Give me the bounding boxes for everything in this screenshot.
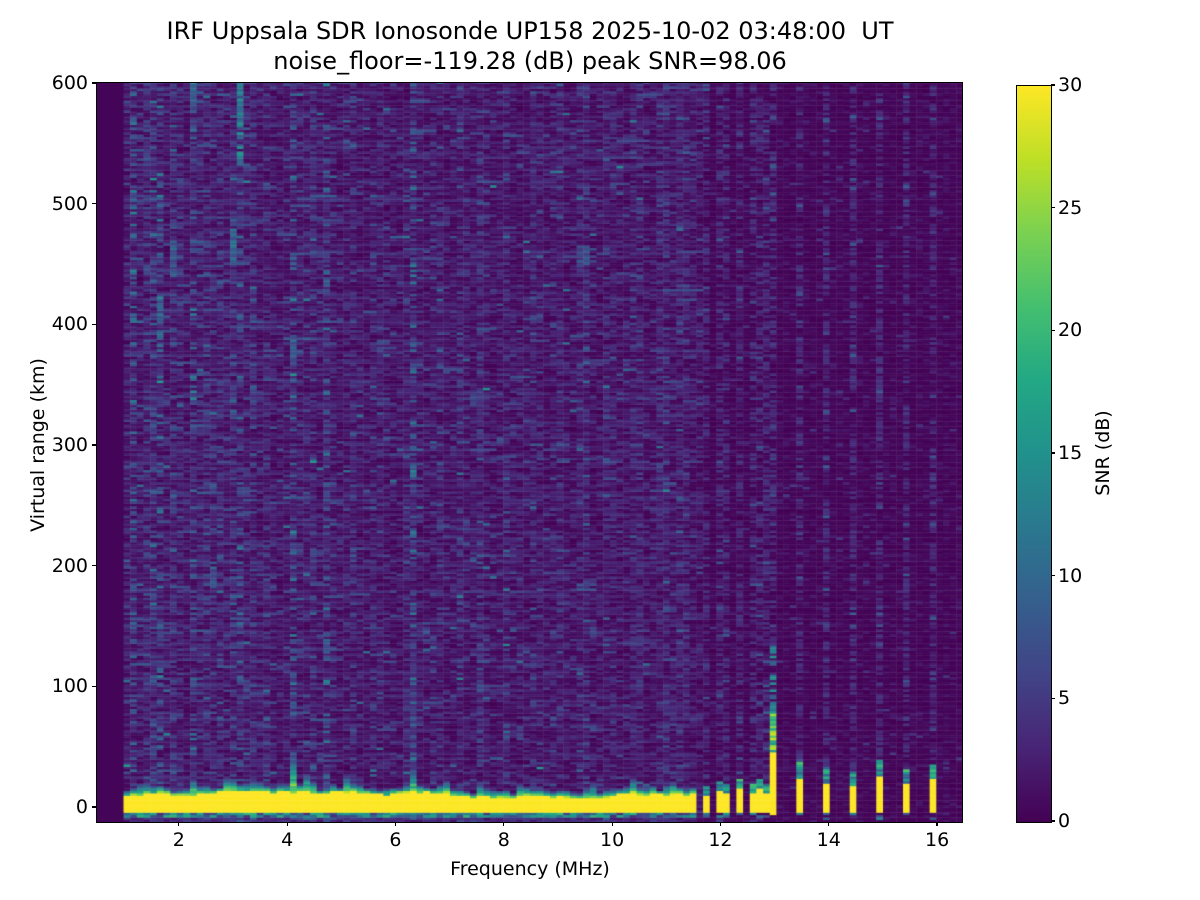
- colorbar-tick-label: 5: [1058, 687, 1071, 710]
- colorbar-label: SNR (dB): [1092, 410, 1114, 496]
- colorbar-tick-mark: [1051, 84, 1055, 86]
- x-tick-mark: [936, 822, 938, 826]
- colorbar-tick-label: 30: [1058, 74, 1083, 96]
- y-tick-label: 300: [51, 434, 88, 457]
- x-tick-mark: [178, 822, 180, 826]
- y-tick-label: 600: [51, 72, 88, 94]
- y-tick-mark: [92, 685, 96, 687]
- colorbar-tick-label: 20: [1058, 319, 1083, 342]
- figure-root: IRF Uppsala SDR Ionosonde UP158 2025-10-…: [0, 0, 1200, 900]
- y-tick-label: 200: [51, 554, 88, 577]
- y-tick-label: 400: [51, 313, 88, 336]
- x-tick-label: 2: [172, 829, 185, 851]
- chart-subtitle: noise_floor=-119.28 (dB) peak SNR=98.06: [273, 47, 787, 75]
- colorbar-tick-mark: [1051, 452, 1055, 454]
- colorbar-tick-label: 25: [1058, 196, 1083, 219]
- x-tick-label: 6: [389, 829, 402, 851]
- y-tick-mark: [92, 323, 96, 325]
- x-tick-mark: [611, 822, 613, 826]
- x-tick-label: 16: [924, 829, 950, 851]
- y-tick-mark: [92, 82, 96, 84]
- x-tick-label: 8: [497, 829, 510, 851]
- plot-frame: [96, 82, 963, 823]
- x-tick-label: 12: [708, 829, 733, 851]
- y-tick-mark: [92, 444, 96, 446]
- y-tick-label: 0: [75, 796, 88, 819]
- colorbar-tick-mark: [1051, 575, 1055, 577]
- colorbar-tick-mark: [1051, 697, 1055, 699]
- y-tick-mark: [92, 565, 96, 567]
- colorbar-tick-label: 10: [1058, 564, 1083, 587]
- x-tick-mark: [719, 822, 722, 826]
- colorbar: [1016, 85, 1052, 823]
- x-tick-label: 14: [816, 829, 841, 851]
- colorbar-tick-mark: [1051, 329, 1055, 331]
- y-tick-label: 100: [51, 675, 88, 698]
- x-tick-mark: [286, 822, 288, 826]
- x-tick-mark: [828, 822, 830, 826]
- x-tick-mark: [394, 822, 397, 826]
- chart-title: IRF Uppsala SDR Ionosonde UP158 2025-10-…: [166, 17, 894, 45]
- x-tick-label: 4: [281, 829, 294, 851]
- colorbar-tick-label: 0: [1058, 810, 1071, 832]
- x-tick-label: 10: [600, 829, 625, 851]
- x-tick-mark: [503, 822, 505, 826]
- y-tick-mark: [92, 806, 96, 808]
- y-tick-label: 500: [51, 192, 88, 215]
- colorbar-tick-mark: [1051, 820, 1055, 822]
- y-tick-mark: [92, 203, 96, 205]
- colorbar-tick-mark: [1051, 207, 1055, 209]
- x-axis-label: Frequency (MHz): [450, 858, 610, 880]
- colorbar-tick-label: 15: [1058, 442, 1083, 464]
